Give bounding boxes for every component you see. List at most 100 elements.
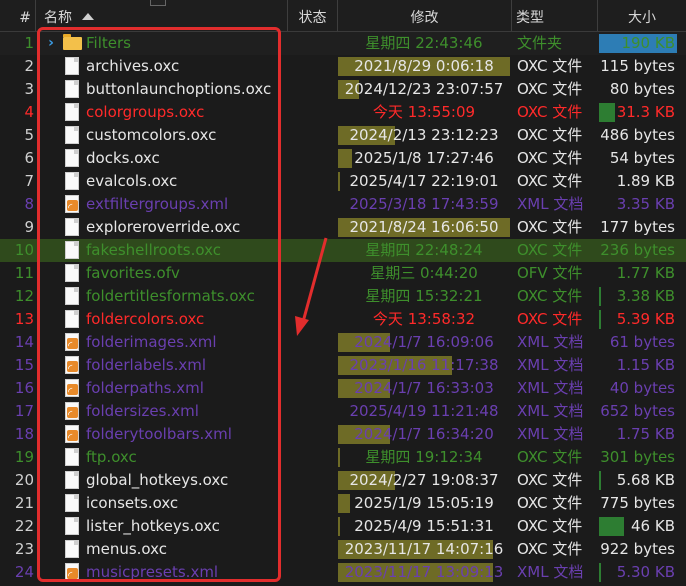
file-row[interactable]: 4 colorgroups.oxc 今天 13:55:09 OXC 文件 31.3 KB [0, 101, 686, 124]
file-name[interactable]: musicpresets.xml [86, 561, 286, 584]
file-status [290, 492, 336, 515]
file-type: OFV 文件 [517, 264, 583, 282]
column-header-type[interactable]: 类型 [512, 0, 598, 31]
file-name[interactable]: ftp.oxc [86, 446, 286, 469]
row-number: 4 [24, 103, 34, 121]
file-name[interactable]: exploreroverride.oxc [86, 216, 286, 239]
xml-feed-icon [62, 561, 82, 584]
row-number: 19 [14, 448, 34, 466]
file-row[interactable]: 23 menus.oxc 2023/11/17 14:07:16 OXC 文件 922 … [0, 538, 686, 561]
file-name[interactable]: customcolors.oxc [86, 124, 286, 147]
file-status [290, 147, 336, 170]
file-modified: 2023/11/17 14:07:16 [344, 540, 504, 558]
file-size: 1.89 KB [616, 172, 675, 190]
file-row[interactable]: 9 exploreroverride.oxc 2021/8/24 16:06:50 O… [0, 216, 686, 239]
file-type: OXC 文件 [517, 126, 583, 144]
row-number: 6 [24, 149, 34, 167]
expand-chevron-icon[interactable]: › [44, 32, 58, 55]
file-name[interactable]: foldersizes.xml [86, 400, 286, 423]
column-header: # 名称 状态 修改 类型 大小 [0, 0, 686, 32]
file-row[interactable]: 6 docks.oxc 2025/1/8 17:27:46 OXC 文件 54 byte… [0, 147, 686, 170]
row-number: 23 [14, 540, 34, 558]
file-name[interactable]: extfiltergroups.xml [86, 193, 286, 216]
file-size: 177 bytes [600, 218, 675, 236]
xml-feed-icon [62, 400, 82, 423]
file-name[interactable]: evalcols.oxc [86, 170, 286, 193]
file-modified: 2025/1/8 17:27:46 [354, 149, 494, 167]
column-header-modified[interactable]: 修改 [338, 0, 512, 31]
file-size: 115 bytes [600, 57, 675, 75]
file-name[interactable]: global_hotkeys.oxc [86, 469, 286, 492]
file-name[interactable]: menus.oxc [86, 538, 286, 561]
file-name[interactable]: fakeshellroots.oxc [86, 239, 286, 262]
file-size: 5.68 KB [616, 471, 675, 489]
document-icon [62, 492, 82, 515]
file-name[interactable]: folderlabels.xml [86, 354, 286, 377]
column-header-name-label: 名称 [44, 10, 72, 26]
file-name[interactable]: foldercolors.oxc [86, 308, 286, 331]
file-size: 301 bytes [600, 448, 675, 466]
file-row[interactable]: 24 musicpresets.xml 2023/11/17 13:09:13 XML… [0, 561, 686, 584]
file-status [290, 331, 336, 354]
file-name[interactable]: docks.oxc [86, 147, 286, 170]
file-name[interactable]: foldertitlesformats.oxc [86, 285, 286, 308]
file-name[interactable]: folderimages.xml [86, 331, 286, 354]
document-icon [62, 101, 82, 124]
file-type: OXC 文件 [517, 540, 583, 558]
file-row[interactable]: 19 ftp.oxc 星期四 19:12:34 OXC 文件 301 bytes [0, 446, 686, 469]
column-header-num[interactable]: # [0, 0, 36, 31]
file-name[interactable]: colorgroups.oxc [86, 101, 286, 124]
row-number: 5 [24, 126, 34, 144]
file-row[interactable]: 10 fakeshellroots.oxc 星期四 22:48:24 OXC 文件 23… [0, 239, 686, 262]
file-row[interactable]: 17 foldersizes.xml 2025/4/19 11:21:48 XML 文… [0, 400, 686, 423]
xml-feed-icon [62, 377, 82, 400]
file-modified: 2025/4/9 15:51:31 [354, 517, 494, 535]
column-header-status[interactable]: 状态 [288, 0, 338, 31]
file-row[interactable]: 5 customcolors.oxc 2024/2/13 23:12:23 OXC 文… [0, 124, 686, 147]
file-modified: 星期四 19:12:34 [365, 448, 483, 466]
file-name[interactable]: folderpaths.xml [86, 377, 286, 400]
row-number: 3 [24, 80, 34, 98]
file-type: 文件夹 [517, 34, 563, 52]
column-header-size[interactable]: 大小 [598, 0, 686, 31]
file-row[interactable]: 7 evalcols.oxc 2025/4/17 22:19:01 OXC 文件 1.8… [0, 170, 686, 193]
file-row[interactable]: 1 › Filters 星期四 22:43:46 文件夹 190 KB [0, 32, 686, 55]
file-row[interactable]: 8 extfiltergroups.xml 2025/3/18 17:43:59 XM… [0, 193, 686, 216]
file-row[interactable]: 12 foldertitlesformats.oxc 星期四 15:32:21 OXC… [0, 285, 686, 308]
file-name[interactable]: Filters [86, 32, 286, 55]
file-row[interactable]: 16 folderpaths.xml 2024/1/7 16:33:03 XML 文档… [0, 377, 686, 400]
file-row[interactable]: 11 favorites.ofv 星期三 0:44:20 OFV 文件 1.77 KB [0, 262, 686, 285]
file-row[interactable]: 3 buttonlaunchoptions.oxc 2024/12/23 23:07… [0, 78, 686, 101]
row-number: 14 [14, 333, 34, 351]
file-status [290, 193, 336, 216]
file-row[interactable]: 13 foldercolors.oxc 今天 13:58:32 OXC 文件 5.39 … [0, 308, 686, 331]
file-name[interactable]: lister_hotkeys.oxc [86, 515, 286, 538]
file-type: OXC 文件 [517, 80, 583, 98]
file-modified: 2025/1/9 15:05:19 [354, 494, 494, 512]
file-name[interactable]: archives.oxc [86, 55, 286, 78]
file-size: 31.3 KB [616, 103, 675, 121]
file-row[interactable]: 15 folderlabels.xml 2023/1/16 11:17:38 XML … [0, 354, 686, 377]
file-row[interactable]: 18 folderytoolbars.xml 2024/1/7 16:34:20 XM… [0, 423, 686, 446]
file-name[interactable]: buttonlaunchoptions.oxc [86, 78, 286, 101]
file-name[interactable]: favorites.ofv [86, 262, 286, 285]
row-number: 10 [14, 241, 34, 259]
xml-feed-icon [62, 331, 82, 354]
file-row[interactable]: 14 folderimages.xml 2024/1/7 16:09:06 XML 文… [0, 331, 686, 354]
file-row[interactable]: 20 global_hotkeys.oxc 2024/2/27 19:08:37 OX… [0, 469, 686, 492]
column-header-modified-label: 修改 [410, 10, 439, 26]
file-type: XML 文档 [517, 356, 584, 374]
file-modified: 今天 13:58:32 [372, 310, 476, 328]
file-status [290, 308, 336, 331]
document-icon [62, 538, 82, 561]
file-row[interactable]: 22 lister_hotkeys.oxc 2025/4/9 15:51:31 OXC… [0, 515, 686, 538]
file-size: 5.39 KB [616, 310, 675, 328]
file-size: 80 bytes [609, 80, 675, 98]
row-number: 12 [14, 287, 34, 305]
file-size: 652 bytes [600, 402, 675, 420]
file-status [290, 55, 336, 78]
file-row[interactable]: 2 archives.oxc 2021/8/29 0:06:18 OXC 文件 115 … [0, 55, 686, 78]
file-name[interactable]: folderytoolbars.xml [86, 423, 286, 446]
file-name[interactable]: iconsets.oxc [86, 492, 286, 515]
file-row[interactable]: 21 iconsets.oxc 2025/1/9 15:05:19 OXC 文件 775… [0, 492, 686, 515]
